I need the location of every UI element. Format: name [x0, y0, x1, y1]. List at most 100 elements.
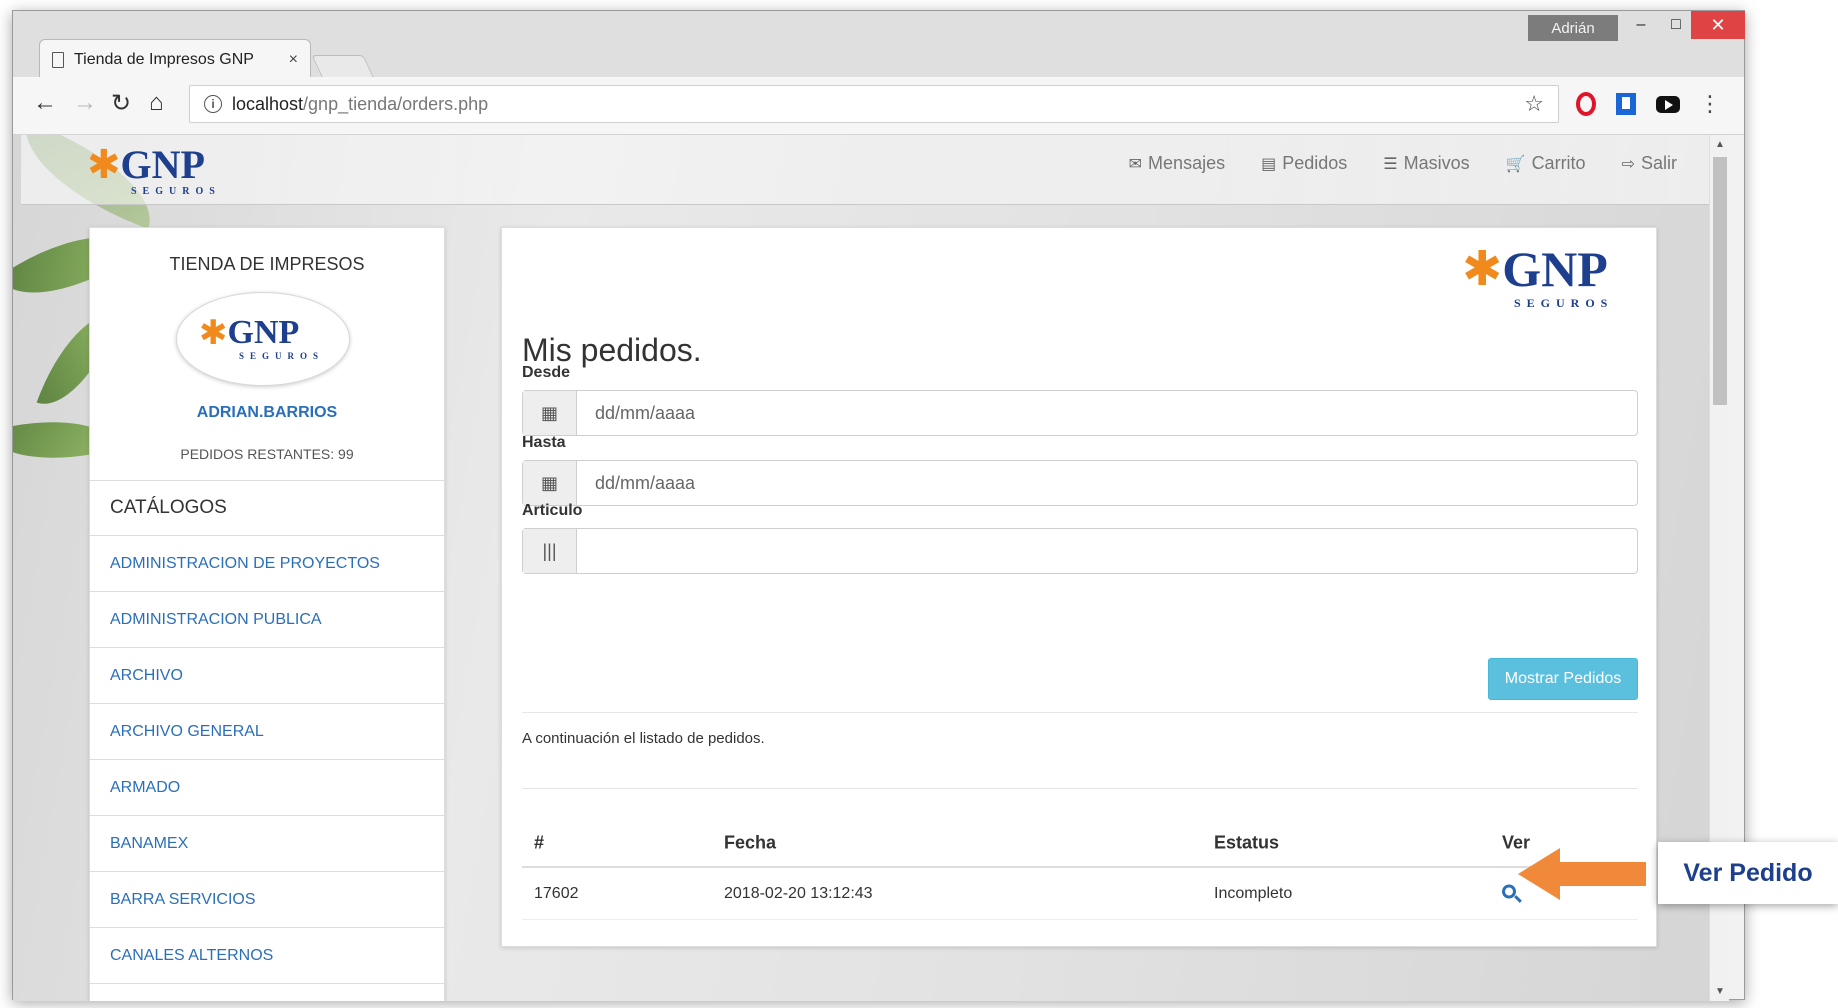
arrow-head: [1518, 848, 1560, 900]
sun-icon: ✱: [1462, 243, 1503, 296]
table-header-row: # Fecha Estatus Ver: [522, 820, 1638, 868]
close-window-button[interactable]: ✕: [1691, 11, 1745, 39]
table-row: 17602 2018-02-20 13:12:43 Incompleto: [522, 868, 1638, 920]
main-nav: ✉ Mensajes ▤ Pedidos ☰ Masivos 🛒 Carrito…: [1129, 153, 1677, 174]
catalog-item[interactable]: CANALES ALTERNOS: [90, 928, 444, 984]
order-status: Incompleto: [1214, 884, 1293, 902]
nav-label: Mensajes: [1148, 153, 1226, 173]
search-icon: [1502, 884, 1516, 898]
url-host: localhost: [232, 93, 304, 114]
page-icon: [52, 51, 64, 68]
site-header: ✱ GNP SEGUROS ✉ Mensajes ▤ Pedidos ☰ Mas…: [21, 135, 1709, 205]
header-logo[interactable]: ✱ GNP SEGUROS: [87, 141, 215, 197]
envelope-icon: ✉: [1128, 155, 1143, 173]
sidebar: TIENDA DE IMPRESOS ✱ GNP SEGUROS ADRIAN.…: [89, 227, 445, 1001]
nav-label: Salir: [1640, 153, 1677, 173]
catalog-item[interactable]: ADMINISTRACION PUBLICA: [90, 592, 444, 648]
browser-toolbar: ← → ↻ ⌂ i localhost /gnp_tienda/orders.p…: [13, 77, 1744, 135]
profile-badge[interactable]: Adrián: [1528, 15, 1618, 41]
orders-table: # Fecha Estatus Ver 17602 2018-02-20 13:…: [522, 820, 1638, 920]
th-list-icon: ☰: [1383, 155, 1398, 173]
catalog-list: ADMINISTRACION DE PROYECTOS ADMINISTRACI…: [90, 536, 444, 984]
catalog-item[interactable]: ARCHIVO: [90, 648, 444, 704]
youtube-icon[interactable]: [1655, 91, 1681, 117]
order-id: 17602: [534, 884, 579, 902]
menu-icon[interactable]: ⋮: [1697, 91, 1723, 117]
hasta-input-group: ▦: [522, 460, 1638, 506]
column-header: Estatus: [1214, 832, 1280, 853]
order-date: 2018-02-20 13:12:43: [724, 884, 873, 902]
title-bar: Tienda de Impresos GNP × Adrián – □ ✕: [13, 11, 1745, 79]
tab-close-icon[interactable]: ×: [289, 51, 298, 69]
forward-icon[interactable]: →: [73, 89, 97, 117]
calendar-icon: ▦: [523, 461, 577, 505]
remaining-orders: PEDIDOS RESTANTES: 99: [180, 446, 354, 462]
scroll-up-icon[interactable]: ▲: [1710, 139, 1729, 150]
divider: [522, 788, 1638, 789]
reload-icon[interactable]: ↻: [111, 89, 131, 118]
orders-panel: ✱ GNP SEGUROS Mis pedidos. Desde ▦ Hasta…: [501, 227, 1657, 947]
opera-icon[interactable]: [1573, 91, 1599, 117]
nav-mensajes[interactable]: ✉ Mensajes: [1129, 153, 1225, 174]
address-bar[interactable]: i localhost /gnp_tienda/orders.php ☆: [189, 85, 1559, 123]
nav-pedidos[interactable]: ▤ Pedidos: [1261, 153, 1347, 174]
store-title: TIENDA DE IMPRESOS: [169, 254, 365, 274]
nav-label: Masivos: [1403, 153, 1470, 173]
nav-label: Carrito: [1531, 153, 1586, 173]
calendar-icon: ▦: [523, 391, 577, 435]
annotation-arrow: [1518, 848, 1646, 900]
desde-input[interactable]: [577, 391, 1637, 435]
logo-sub: SEGUROS: [239, 351, 325, 361]
url-path: /gnp_tienda/orders.php: [303, 93, 489, 114]
nav-label: Pedidos: [1282, 153, 1348, 173]
nav-masivos[interactable]: ☰ Masivos: [1383, 153, 1469, 174]
star-icon[interactable]: ☆: [1524, 91, 1544, 117]
browser-window: Tienda de Impresos GNP × Adrián – □ ✕ ← …: [12, 10, 1745, 1001]
column-header: #: [534, 832, 545, 853]
home-icon[interactable]: ⌂: [149, 89, 164, 117]
hasta-label: Hasta: [522, 434, 566, 451]
panel-logo: ✱ GNP SEGUROS: [1462, 240, 1608, 310]
arrow-shaft: [1558, 862, 1646, 886]
catalogs-header: CATÁLOGOS: [90, 480, 444, 536]
annotation-callout: Ver Pedido: [1658, 842, 1838, 904]
logout-icon: ⇨: [1621, 155, 1635, 173]
bookmark-extension-icon[interactable]: [1613, 91, 1639, 117]
nav-salir[interactable]: ⇨ Salir: [1622, 153, 1677, 174]
articulo-input[interactable]: [577, 529, 1637, 573]
tab-title: Tienda de Impresos GNP: [74, 50, 254, 68]
column-header: Fecha: [724, 832, 777, 853]
info-icon[interactable]: i: [204, 95, 222, 113]
catalog-item[interactable]: ADMINISTRACION DE PROYECTOS: [90, 536, 444, 592]
new-tab-button[interactable]: [311, 55, 375, 79]
back-icon[interactable]: ←: [33, 89, 57, 117]
scrollbar-thumb[interactable]: [1713, 157, 1727, 405]
minimize-button[interactable]: –: [1622, 11, 1660, 39]
logo-word: GNP: [227, 314, 300, 351]
logo-sub: SEGUROS: [1514, 296, 1614, 310]
hasta-input[interactable]: [577, 461, 1637, 505]
list-icon: ▤: [1261, 155, 1277, 173]
username-link[interactable]: ADRIAN.BARRIOS: [90, 404, 444, 422]
view-order-button[interactable]: [1502, 884, 1516, 903]
catalog-item[interactable]: BANAMEX: [90, 816, 444, 872]
scroll-down-icon[interactable]: ▼: [1710, 986, 1729, 997]
divider: [522, 712, 1638, 713]
catalog-item[interactable]: ARCHIVO GENERAL: [90, 704, 444, 760]
nav-carrito[interactable]: 🛒 Carrito: [1506, 153, 1586, 174]
sun-icon: ✱: [199, 314, 228, 352]
barcode-icon: |||: [523, 529, 577, 573]
logo-sub: SEGUROS: [131, 186, 221, 197]
page-viewport: ✱ GNP SEGUROS ✉ Mensajes ▤ Pedidos ☰ Mas…: [13, 135, 1729, 1001]
catalog-item[interactable]: ARMADO: [90, 760, 444, 816]
catalog-item[interactable]: BARRA SERVICIOS: [90, 872, 444, 928]
cart-icon: 🛒: [1505, 155, 1526, 173]
sidebar-logo: ✱ GNP SEGUROS: [176, 292, 350, 386]
articulo-label: Articulo: [522, 502, 583, 519]
maximize-button[interactable]: □: [1657, 11, 1695, 39]
logo-word: GNP: [1502, 241, 1608, 297]
desde-input-group: ▦: [522, 390, 1638, 436]
browser-tab[interactable]: Tienda de Impresos GNP ×: [39, 39, 311, 79]
show-orders-button[interactable]: Mostrar Pedidos: [1488, 658, 1638, 700]
sun-icon: ✱: [87, 142, 121, 187]
